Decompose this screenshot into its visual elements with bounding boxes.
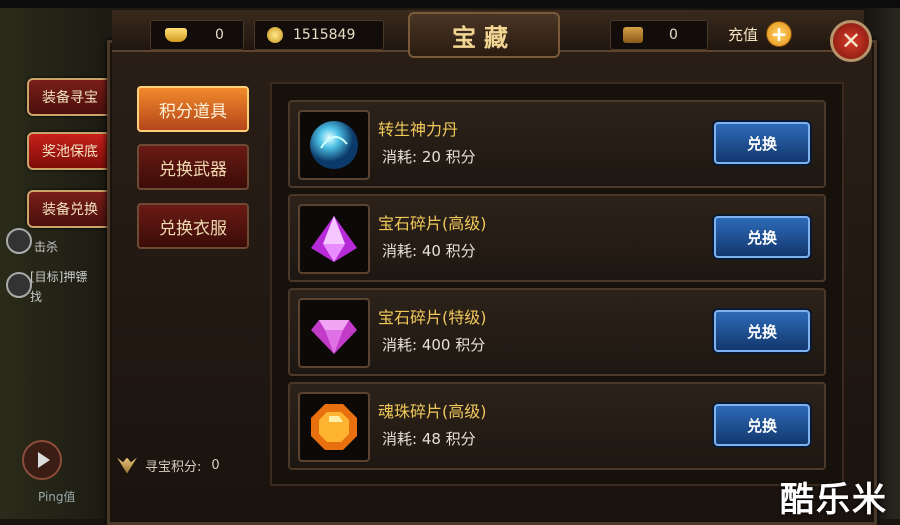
item-icon-frame [298, 392, 370, 462]
exchange-button[interactable]: 兑换 [714, 122, 810, 164]
category-tab-exchange-clothes[interactable]: 兑换衣服 [137, 203, 249, 249]
coin-value: 1515849 [293, 27, 356, 43]
wings-icon [117, 457, 137, 474]
ingot-value: 0 [215, 27, 224, 43]
list-item: 转生神力丹 消耗: 20 积分 兑换 [288, 100, 826, 188]
blue-orb-icon [310, 121, 358, 169]
gold-coin-icon [267, 27, 283, 43]
play-icon[interactable] [22, 440, 62, 480]
kill-label: 击杀 [34, 240, 59, 254]
side-tab-equipment-treasure[interactable]: 装备寻宝 [27, 78, 113, 116]
skill-icon[interactable] [6, 228, 32, 254]
category-tab-exchange-weapons[interactable]: 兑换武器 [137, 144, 249, 190]
item-name: 转生神力丹 [378, 120, 459, 139]
page-title: 宝藏 [408, 12, 560, 58]
item-name: 宝石碎片(高级) [378, 214, 487, 233]
exchange-button[interactable]: 兑换 [714, 310, 810, 352]
ingot-counter: 0 [150, 20, 244, 50]
pink-diamond-icon [311, 320, 357, 354]
item-name: 宝石碎片(特级) [378, 308, 487, 327]
orange-gem-icon [311, 404, 357, 450]
ping-label: Ping值 [38, 490, 76, 504]
chest-counter: 0 [610, 20, 708, 50]
item-cost: 消耗: 400 积分 [382, 336, 486, 354]
item-icon-frame [298, 298, 370, 368]
list-item: 宝石碎片(特级) 消耗: 400 积分 兑换 [288, 288, 826, 376]
close-button[interactable]: ✕ [830, 20, 872, 62]
item-cost: 消耗: 20 积分 [382, 148, 476, 166]
points-label: 寻宝积分: [145, 460, 202, 475]
list-item: 宝石碎片(高级) 消耗: 40 积分 兑换 [288, 194, 826, 282]
list-item: 魂珠碎片(高级) 消耗: 48 积分 兑换 [288, 382, 826, 470]
recharge-label[interactable]: 充值 [728, 24, 758, 45]
item-icon-frame [298, 204, 370, 274]
purple-gem-icon [311, 216, 357, 262]
coin-counter: 1515849 [254, 20, 384, 50]
gold-ingot-icon [165, 28, 187, 42]
side-tab-equipment-exchange[interactable]: 装备兑换 [27, 190, 113, 228]
points-value: 0 [211, 458, 220, 473]
treasure-points: 寻宝积分: 0 [117, 456, 220, 475]
find-label: 找 [30, 290, 43, 304]
item-cost: 消耗: 48 积分 [382, 430, 476, 448]
watermark-logo: 酷乐米 [780, 480, 888, 520]
chest-value: 0 [669, 27, 678, 43]
exchange-button[interactable]: 兑换 [714, 404, 810, 446]
quest-icon[interactable] [6, 272, 32, 298]
target-label[interactable]: [目标]押镖 [30, 268, 87, 285]
exchange-button[interactable]: 兑换 [714, 216, 810, 258]
side-tab-pool-guarantee[interactable]: 奖池保底 [27, 132, 113, 170]
item-cost: 消耗: 40 积分 [382, 242, 476, 260]
top-strip [0, 0, 900, 8]
item-icon-frame [298, 110, 370, 180]
item-name: 魂珠碎片(高级) [378, 402, 487, 421]
treasure-chest-icon [623, 27, 643, 43]
recharge-plus-button[interactable]: + [766, 21, 792, 47]
category-tab-points-items[interactable]: 积分道具 [137, 86, 249, 132]
